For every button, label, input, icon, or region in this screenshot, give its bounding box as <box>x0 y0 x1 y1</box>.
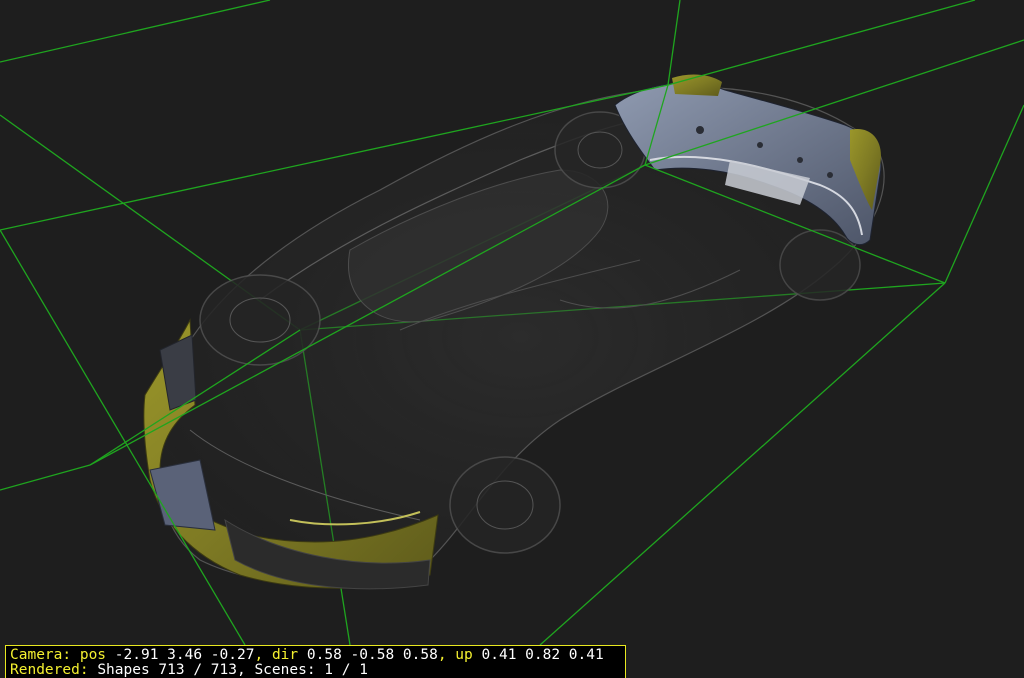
scene-canvas[interactable] <box>0 0 1024 678</box>
3d-viewport[interactable]: Camera: pos -2.91 3.46 -0.27, dir 0.58 -… <box>0 0 1024 678</box>
rendered-label: Rendered: <box>10 662 89 678</box>
camera-status-line: Camera: pos -2.91 3.46 -0.27, dir 0.58 -… <box>10 647 604 663</box>
up-label: up <box>455 647 473 663</box>
rendered-shapes-text: Shapes 713 / 713, Scenes: 1 / 1 <box>97 662 368 678</box>
camera-status-panel: Camera: pos -2.91 3.46 -0.27, dir 0.58 -… <box>5 645 626 678</box>
dir-value: 0.58 -0.58 0.58 <box>306 647 438 663</box>
pos-value: -2.91 3.46 -0.27 <box>114 647 255 663</box>
up-value: 0.41 0.82 0.41 <box>481 647 604 663</box>
rendered-status-line: Rendered: Shapes 713 / 713, Scenes: 1 / … <box>10 663 621 678</box>
dir-label: dir <box>271 647 299 663</box>
camera-label: Camera: <box>10 647 72 663</box>
pos-label: pos <box>79 647 107 663</box>
